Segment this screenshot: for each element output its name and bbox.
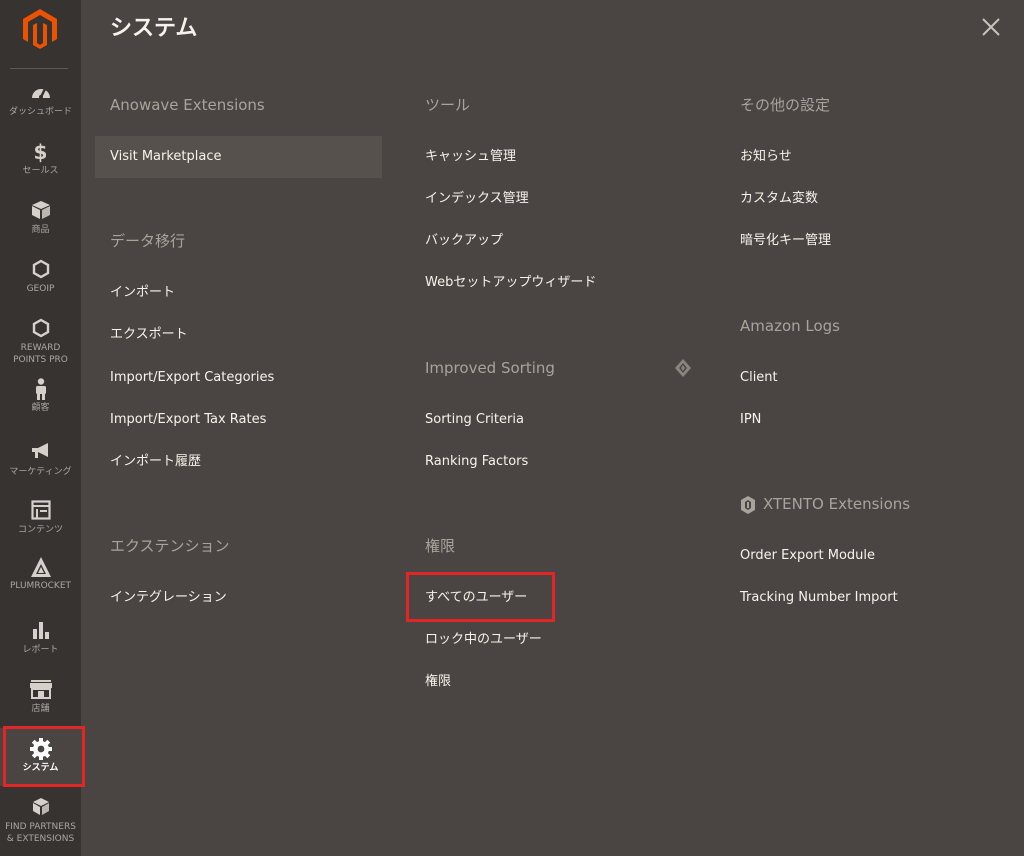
sidebar-label-marketing: マーケティング xyxy=(9,467,72,477)
menu-link-web-setup-wizard[interactable]: Webセットアップウィザード xyxy=(425,274,596,292)
sidebar-label-dashboard: ダッシュボード xyxy=(8,107,72,117)
menu-link-cache-management[interactable]: キャッシュ管理 xyxy=(425,148,516,166)
menu-link-locked-users[interactable]: ロック中のユーザー xyxy=(425,631,542,649)
bar-chart-icon xyxy=(0,620,81,642)
menu-link-export[interactable]: エクスポート xyxy=(110,326,188,344)
menu-link-user-roles[interactable]: 権限 xyxy=(425,673,451,691)
logo-divider xyxy=(10,68,68,69)
section-title-amazon-logs: Amazon Logs xyxy=(740,317,840,335)
layout-icon xyxy=(0,500,81,522)
menu-link-import-export-categories[interactable]: Import/Export Categories xyxy=(110,369,274,387)
sidebar-label-customers: 顧客 xyxy=(31,403,50,413)
sidebar-item-dashboard[interactable]: ダッシュボード xyxy=(0,82,81,118)
section-title-improved-sorting: Improved Sorting xyxy=(425,359,555,377)
hexagon-icon xyxy=(0,259,81,281)
dollar-icon: $ xyxy=(33,140,48,164)
menu-link-notifications[interactable]: お知らせ xyxy=(740,148,792,166)
dashboard-gauge-icon xyxy=(0,82,81,104)
store-icon xyxy=(0,679,81,701)
megaphone-icon xyxy=(0,442,81,464)
sidebar-label-reports: レポート xyxy=(22,645,59,655)
menu-link-manage-encryption-key[interactable]: 暗号化キー管理 xyxy=(740,232,831,250)
section-title-extensions: エクステンション xyxy=(110,537,230,555)
menu-link-tracking-number-import[interactable]: Tracking Number Import xyxy=(740,589,898,607)
sidebar-item-products[interactable]: 商品 xyxy=(0,200,81,236)
sidebar-label-reward-points-pro: REWARD POINTS PRO xyxy=(13,343,68,365)
gear-icon xyxy=(0,738,81,760)
sidebar-item-reward-points-pro[interactable]: REWARD POINTS PRO xyxy=(0,318,81,366)
xtento-icon xyxy=(740,496,756,514)
section-title-anowave: Anowave Extensions xyxy=(110,96,265,114)
page-title: システム xyxy=(110,16,198,41)
boxes-icon xyxy=(0,797,81,819)
menu-link-integrations[interactable]: インテグレーション xyxy=(110,589,227,607)
sidebar-label-geoip: GEOIP xyxy=(26,284,55,294)
menu-link-ipn[interactable]: IPN xyxy=(740,411,761,429)
magento-logo[interactable] xyxy=(22,8,58,50)
menu-link-sorting-criteria[interactable]: Sorting Criteria xyxy=(425,411,524,429)
menu-link-client[interactable]: Client xyxy=(740,369,778,387)
sidebar-item-marketing[interactable]: マーケティング xyxy=(0,442,81,478)
close-button[interactable] xyxy=(978,14,1004,40)
section-title-data-transfer: データ移行 xyxy=(110,232,186,250)
sidebar-item-geoip[interactable]: GEOIP xyxy=(0,259,81,295)
menu-link-import-export-tax-rates[interactable]: Import/Export Tax Rates xyxy=(110,411,266,429)
plumrocket-icon xyxy=(0,556,81,578)
sidebar-item-reports[interactable]: レポート xyxy=(0,620,81,656)
magento-logo-icon xyxy=(23,9,57,49)
admin-sidebar: ダッシュボード $ セールス 商品 GEOIP REWARD POINTS PR… xyxy=(0,0,81,856)
sidebar-label-system: システム xyxy=(22,763,59,773)
sidebar-item-customers[interactable]: 顧客 xyxy=(0,378,81,414)
sidebar-item-find-partners[interactable]: FIND PARTNERS & EXTENSIONS xyxy=(0,797,81,845)
menu-link-import[interactable]: インポート xyxy=(110,284,175,302)
improved-sorting-icon xyxy=(674,358,692,378)
section-title-tools: ツール xyxy=(425,96,471,114)
menu-link-visit-marketplace[interactable]: Visit Marketplace xyxy=(110,148,222,166)
menu-link-backups[interactable]: バックアップ xyxy=(425,232,503,250)
section-title-other-settings: その他の設定 xyxy=(740,96,831,114)
sidebar-item-plumrocket[interactable]: PLUMROCKET xyxy=(0,556,81,592)
sidebar-item-content[interactable]: コンテンツ xyxy=(0,500,81,536)
menu-link-import-history[interactable]: インポート履歴 xyxy=(110,453,201,471)
menu-link-ranking-factors[interactable]: Ranking Factors xyxy=(425,453,528,471)
sidebar-label-products: 商品 xyxy=(31,225,50,235)
sidebar-label-content: コンテンツ xyxy=(17,525,63,535)
sidebar-item-sales[interactable]: $ セールス xyxy=(0,141,81,177)
menu-link-custom-variables[interactable]: カスタム変数 xyxy=(740,190,818,208)
sidebar-item-system[interactable]: システム xyxy=(0,728,81,786)
sidebar-label-stores: 店舗 xyxy=(31,704,50,714)
sidebar-label-plumrocket: PLUMROCKET xyxy=(9,581,72,591)
section-title-xtento: XTENTO Extensions xyxy=(763,495,911,513)
menu-link-order-export-module[interactable]: Order Export Module xyxy=(740,547,875,565)
section-title-permissions: 権限 xyxy=(425,537,456,555)
person-icon xyxy=(0,378,81,400)
sidebar-label-sales: セールス xyxy=(22,166,59,176)
cube-icon xyxy=(0,200,81,222)
sidebar-label-find-partners: FIND PARTNERS & EXTENSIONS xyxy=(5,822,76,844)
hexagon-icon xyxy=(0,318,81,340)
close-icon xyxy=(982,18,1000,36)
menu-link-index-management[interactable]: インデックス管理 xyxy=(425,190,529,208)
menu-link-all-users[interactable]: すべてのユーザー xyxy=(425,589,527,607)
sidebar-item-stores[interactable]: 店舗 xyxy=(0,679,81,715)
